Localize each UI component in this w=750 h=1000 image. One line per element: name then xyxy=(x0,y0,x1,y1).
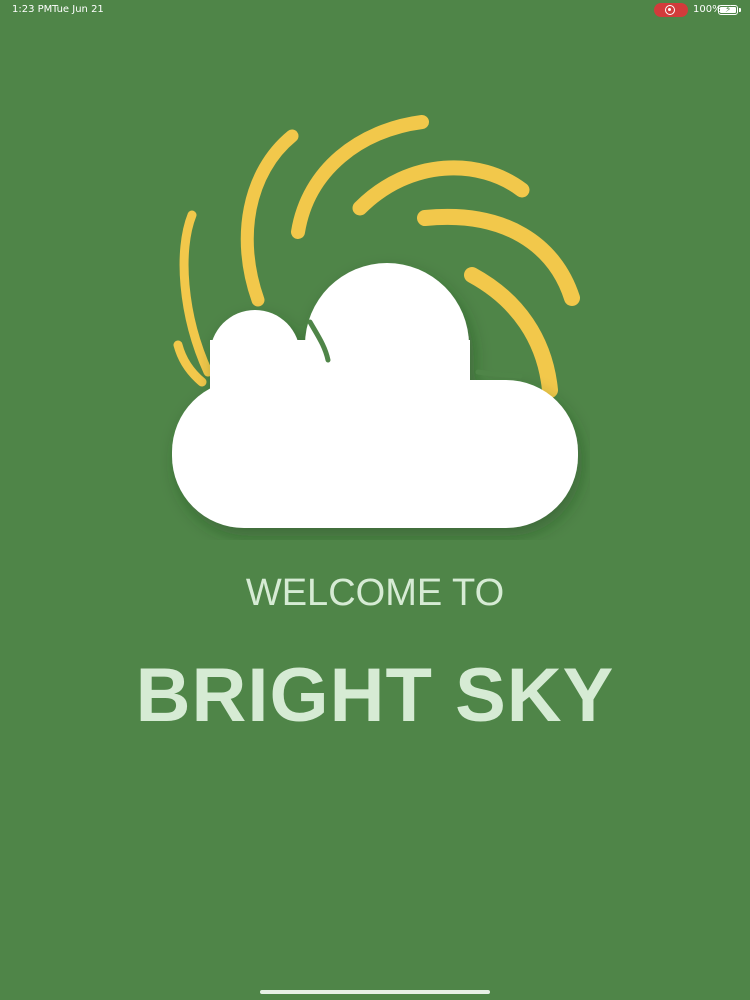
status-date: Tue Jun 21 xyxy=(52,4,104,15)
welcome-heading: WELCOME TO xyxy=(245,572,505,614)
sun-cloud-logo xyxy=(172,115,580,528)
app-title: BRIGHT SKY xyxy=(135,653,615,738)
screen-record-icon xyxy=(665,5,675,15)
screen-record-indicator[interactable] xyxy=(654,3,688,17)
battery-charging-icon: ⚡ xyxy=(718,5,741,15)
status-time: 1:23 PM xyxy=(12,4,53,15)
status-bar: 1:23 PM Tue Jun 21 100% ⚡ xyxy=(0,0,750,20)
home-indicator[interactable] xyxy=(260,990,490,994)
